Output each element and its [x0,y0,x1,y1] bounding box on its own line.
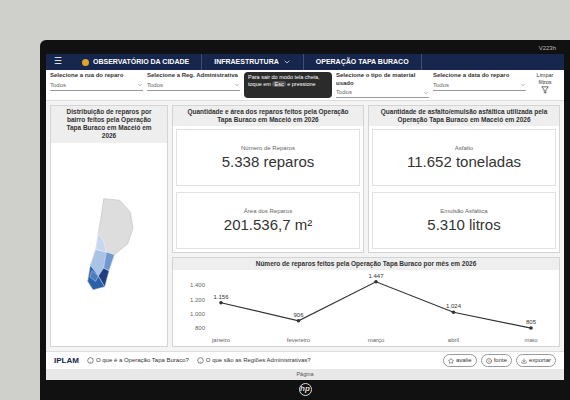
monitor: V223h☰OBSERVATÓRIO DA CIDADEINFRAESTRUTU… [40,40,570,400]
y-tick: 1.000 [190,311,206,317]
card-title: Distribuição de reparos por bairro feito… [51,106,167,143]
x-label: janeiro [211,337,231,343]
monitor-top-bezel: V223h [46,42,564,54]
chevron-down-icon [137,82,143,88]
filter-dropdown[interactable]: Todos [336,88,429,98]
filter[interactable]: Selecione o tipo de material usadoTodos [336,72,429,98]
point-label: 906 [293,312,304,318]
point-label: 805 [526,319,537,325]
monitor-model: V223h [539,44,556,53]
footer: IPLAM O que é a Operação Tapa Buraco? O qu… [46,351,564,369]
metric-label: Número de Reparos [241,144,295,153]
x-label: abril [448,337,459,343]
y-tick: 1.200 [190,297,206,303]
button-icon [521,358,527,364]
chevron-down-icon [520,82,526,88]
nav-item[interactable]: OPERAÇÃO TAPA BURACO [304,54,422,70]
card-title: Número de reparos feitos pela Operação T… [173,258,559,270]
filter[interactable]: Selecione a Reg. AdministrativaTodos [147,72,240,98]
y-tick: 1.400 [190,282,206,288]
logo-icon [82,59,89,66]
chevron-down-icon [283,58,291,66]
help-circle-icon [197,357,204,364]
filter-dropdown[interactable]: Todos [50,81,143,91]
chevron-down-icon [423,90,429,96]
data-point[interactable] [374,280,378,284]
screen: ☰OBSERVATÓRIO DA CIDADEINFRAESTRUTURAOPE… [46,54,564,380]
monitor-bottom-bezel: hp [46,380,564,398]
metric: Asfalto11.652 toneladas [372,129,556,186]
data-point[interactable] [297,319,301,323]
point-label: 1.447 [368,273,384,279]
metric: Área dos Reparos201.536,7 m² [176,192,360,249]
brand-logo: hp [299,383,312,396]
metric-value: 201.536,7 m² [224,216,312,234]
metric-label: Asfalto [455,144,473,153]
nav-item[interactable]: OBSERVATÓRIO DA CIDADE [70,54,202,70]
choropleth-map[interactable] [55,196,163,292]
x-label: maio [524,337,538,343]
metric-value: 5.338 reparos [222,153,315,171]
clear-filters-button[interactable]: Limpar filtros [530,72,560,98]
button-icon [486,358,492,364]
chevron-down-icon [234,82,240,88]
metric-value: 5.310 litros [427,216,500,234]
y-tick: 800 [195,325,206,331]
fullscreen-notice: Para sair do modo tela cheia, toque em E… [244,72,332,98]
metric-label: Área dos Reparos [244,207,292,216]
data-point[interactable] [452,310,456,314]
filter-bar: Selecione a rua do reparoTodosSelecione … [46,70,564,101]
metric: Emulsão Asfáltica5.310 litros [372,192,556,249]
card-title: Quantidade e área dos reparos feitos pel… [173,106,363,126]
metric-value: 11.652 toneladas [407,153,521,171]
filter[interactable]: Selecione a rua do reparoTodos [50,72,143,98]
filter[interactable]: Selecione a data do reparoTodos [433,72,526,98]
material-card: Quantidade de asfalto/emulsão asfáltica … [368,105,560,253]
data-point[interactable] [529,326,533,330]
help-link[interactable]: O que são as Regiões Administrativas? [197,356,311,365]
photo: V223h☰OBSERVATÓRIO DA CIDADEINFRAESTRUTU… [0,0,570,400]
data-point[interactable] [219,301,223,305]
point-label: 1.156 [213,294,229,300]
footer-button[interactable]: fonte [481,354,512,367]
map-card: Distribuição de reparos por bairro feito… [50,105,168,347]
card-title: Quantidade de asfalto/emulsão asfáltica … [369,106,559,126]
help-link[interactable]: O que é a Operação Tapa Buraco? [87,356,189,365]
metric: Número de Reparos5.338 reparos [176,129,360,186]
x-label: fevereiro [287,337,311,343]
key-cap: Esc [272,81,285,87]
button-icon [448,358,454,364]
nav-bar: ☰OBSERVATÓRIO DA CIDADEINFRAESTRUTURAOPE… [46,54,564,70]
x-label: março [368,337,385,343]
footer-button[interactable]: exportar [516,354,556,367]
iplam-logo: IPLAM [54,355,79,367]
filter-dropdown[interactable]: Todos [433,81,526,91]
repairs-card: Quantidade e área dos reparos feitos pel… [172,105,364,253]
series-line [221,282,531,328]
filter-dropdown[interactable]: Todos [147,81,240,91]
metric-label: Emulsão Asfáltica [440,207,487,216]
line-chart: 800 1.000 1.200 1.400 1.156 janeiro 906 feverei… [177,270,555,346]
menu-button[interactable]: ☰ [46,54,70,70]
filter-clear-icon [541,86,549,94]
page-bar: Página [46,369,564,380]
nav-item[interactable]: INFRAESTRUTURA [202,54,304,70]
help-circle-icon [87,357,94,364]
point-label: 1.024 [446,303,462,309]
dashboard-body: Distribuição de reparos por bairro feito… [46,101,564,351]
footer-button[interactable]: avalie [443,354,477,367]
chart-card: Número de reparos feitos pela Operação T… [172,257,560,347]
